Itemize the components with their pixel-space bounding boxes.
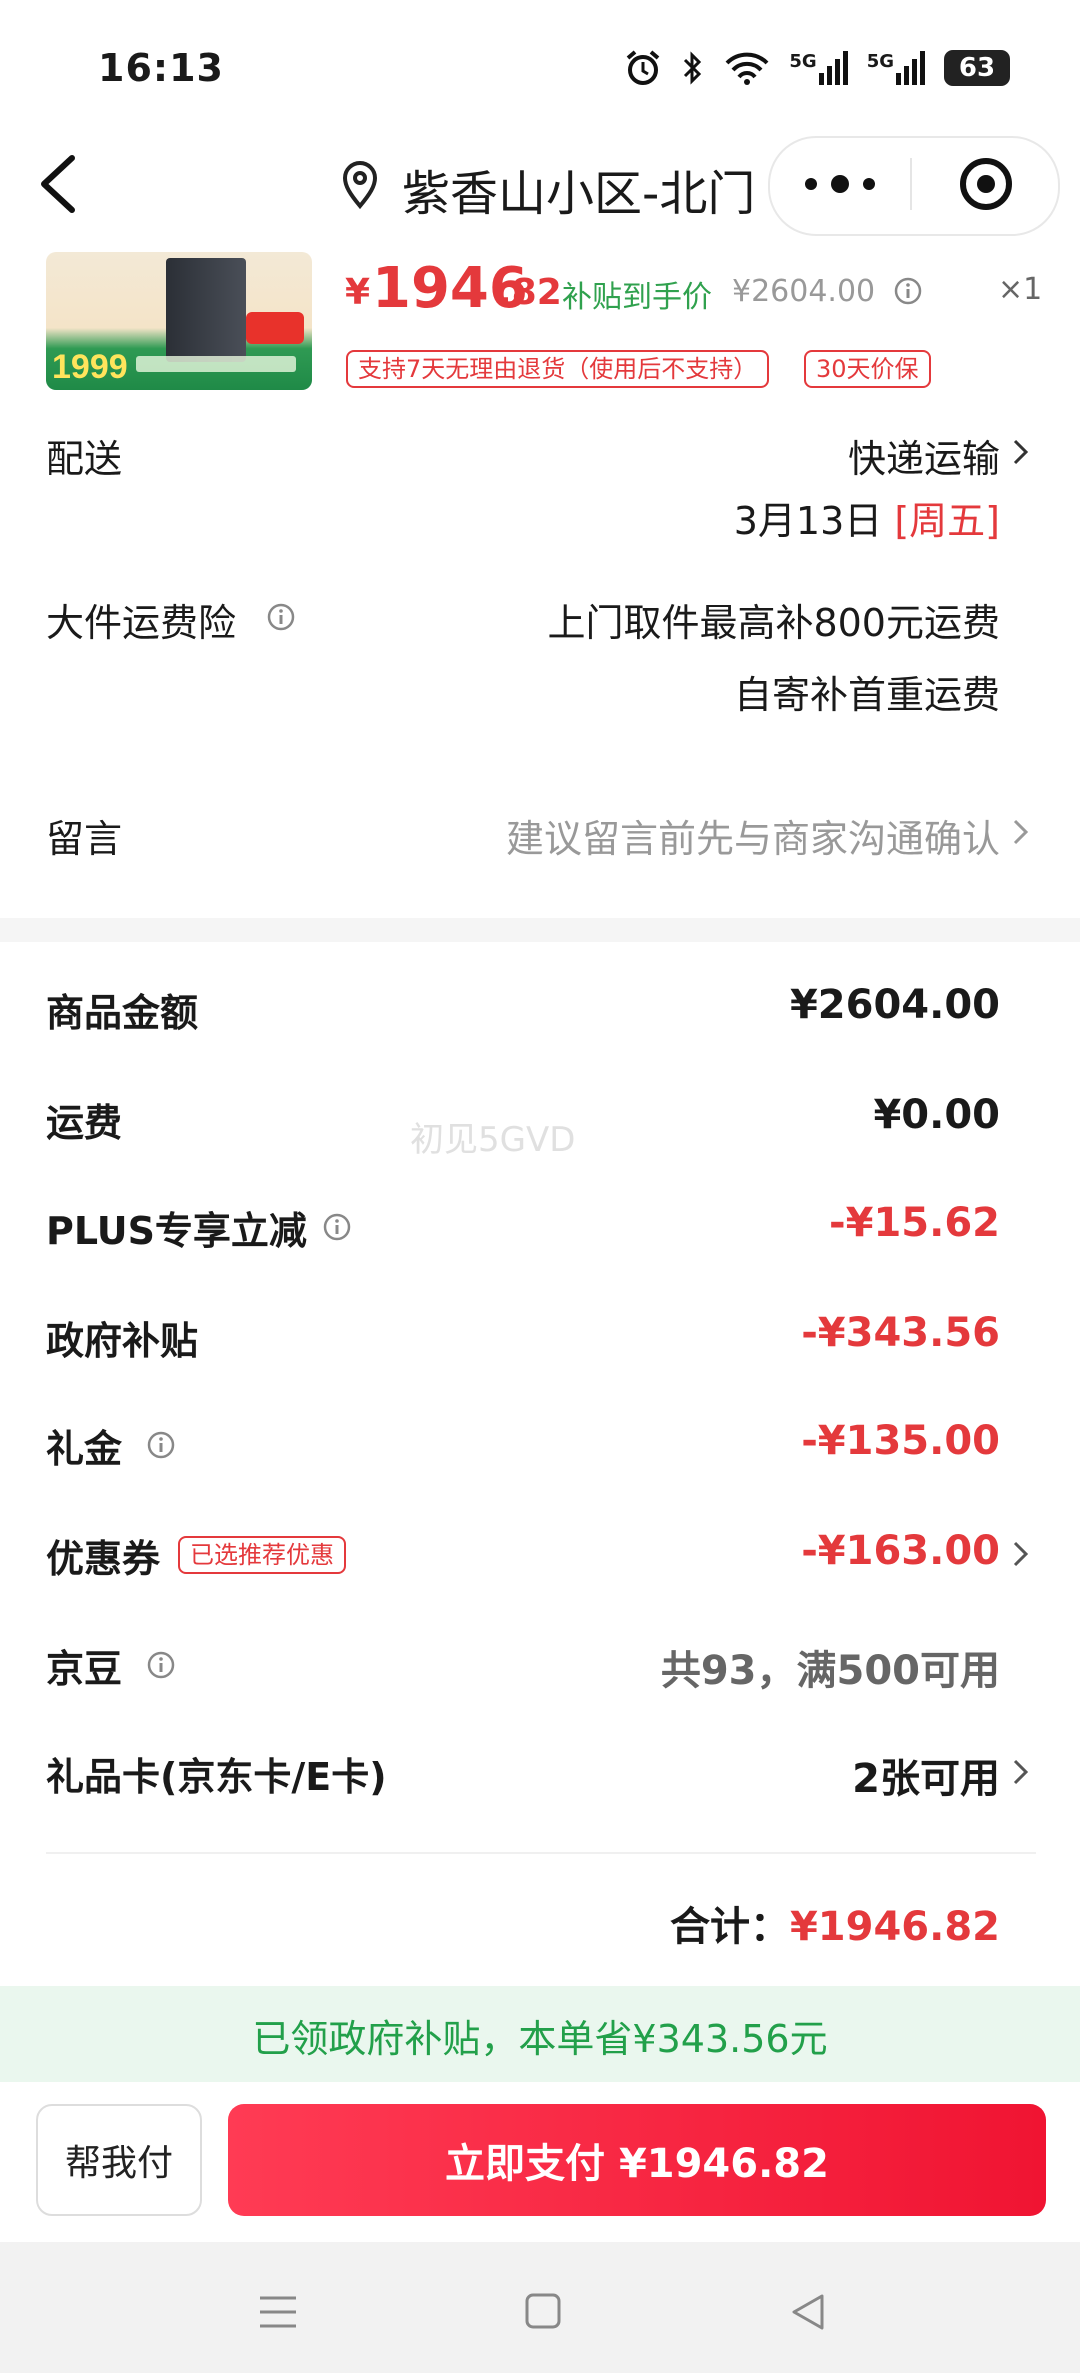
info-icon[interactable] bbox=[322, 1212, 352, 1242]
price-protect-tag: 30天价保 bbox=[804, 350, 931, 388]
jd-bean-label: 京豆 bbox=[46, 1647, 123, 1691]
delivery-date-text: 3月13日 bbox=[733, 499, 883, 543]
promo-tag-image bbox=[246, 312, 304, 344]
chevron-left-icon[interactable] bbox=[36, 152, 80, 216]
coupon-tag: 已选推荐优惠 bbox=[178, 1536, 346, 1574]
fridge-image bbox=[166, 258, 246, 362]
back-triangle-icon[interactable] bbox=[790, 2292, 826, 2332]
menu-icon[interactable] bbox=[258, 2294, 298, 2330]
chevron-right-icon[interactable] bbox=[1012, 1758, 1030, 1786]
home-square-icon[interactable] bbox=[524, 2292, 562, 2330]
gift-card-label: 礼品卡(京东卡/E卡) bbox=[46, 1755, 387, 1799]
signal-1-label: 5G bbox=[789, 51, 817, 72]
section-divider bbox=[0, 918, 1080, 942]
system-nav-bar bbox=[0, 2242, 1080, 2373]
signal-2-icon: 5G bbox=[867, 51, 926, 85]
quantity: ×1 bbox=[998, 272, 1043, 307]
subsidy-notice-text: 已领政府补贴，本单省¥343.56元 bbox=[252, 2017, 828, 2061]
info-icon[interactable] bbox=[146, 1430, 176, 1460]
wifi-icon bbox=[725, 52, 769, 85]
plus-discount-value: -¥15.62 bbox=[829, 1200, 1000, 1246]
status-bar: 16:13 5G 5G 63 bbox=[0, 0, 1080, 130]
status-time: 16:13 bbox=[98, 46, 224, 90]
battery-icon: 63 bbox=[944, 50, 1010, 86]
price-decimal: .82 bbox=[498, 272, 562, 313]
info-icon[interactable] bbox=[146, 1650, 176, 1680]
info-icon[interactable] bbox=[893, 276, 923, 306]
chevron-right-icon[interactable] bbox=[1012, 438, 1030, 466]
delivery-weekday: [周五] bbox=[894, 499, 1000, 543]
signal-1-icon: 5G bbox=[789, 51, 848, 85]
subsidy-price-label: 补贴到手价 bbox=[562, 280, 712, 315]
coupon-label: 优惠券 bbox=[46, 1537, 161, 1581]
more-dots-icon[interactable] bbox=[805, 166, 875, 202]
goods-amount-label: 商品金额 bbox=[46, 991, 199, 1035]
promo-strip-image bbox=[136, 356, 296, 372]
freight-insurance-label: 大件运费险 bbox=[46, 601, 237, 645]
message-input[interactable]: 建议留言前先与商家沟通确认 bbox=[506, 808, 1000, 863]
watermark: 初见5GVD bbox=[410, 1120, 576, 1160]
gov-subsidy-label: 政府补贴 bbox=[46, 1319, 199, 1363]
location-pin-icon bbox=[342, 161, 378, 210]
message-label: 留言 bbox=[46, 817, 123, 861]
alarm-icon bbox=[627, 50, 660, 85]
coupon-value[interactable]: -¥163.00 bbox=[801, 1528, 1000, 1574]
delivery-address[interactable]: 紫香山小区-北门 bbox=[402, 154, 755, 224]
total-row: 合计：¥1946.82 bbox=[670, 1894, 1000, 1952]
shipping-label: 运费 bbox=[46, 1101, 123, 1145]
product-image-badge: 1999 bbox=[52, 348, 128, 386]
delivery-date[interactable]: 3月13日 [周五] bbox=[734, 490, 1000, 545]
info-icon[interactable] bbox=[266, 602, 296, 632]
gift-money-value: -¥135.00 bbox=[801, 1418, 1000, 1464]
return-policy-tag: 支持7天无理由退货（使用后不支持） bbox=[346, 350, 770, 388]
freight-insurance-line2: 自寄补首重运费 bbox=[733, 673, 1000, 717]
original-price: ¥2604.00 bbox=[732, 274, 876, 309]
freight-insurance-line1: 上门取件最高补800元运费 bbox=[547, 601, 1000, 645]
status-icons: 5G 5G 63 bbox=[623, 46, 1010, 90]
gift-card-value[interactable]: 2张可用 bbox=[852, 1746, 1000, 1804]
chevron-right-icon[interactable] bbox=[1012, 1540, 1030, 1568]
gov-subsidy-value: -¥343.56 bbox=[801, 1310, 1000, 1356]
bluetooth-icon bbox=[684, 51, 702, 85]
divider bbox=[46, 1852, 1036, 1854]
total-value: ¥1946.82 bbox=[789, 1904, 1000, 1950]
jd-bean-value: 共93，满500可用 bbox=[660, 1648, 1000, 1694]
gift-money-label: 礼金 bbox=[46, 1427, 123, 1471]
delivery-label: 配送 bbox=[46, 437, 123, 481]
goods-amount-value: ¥2604.00 bbox=[789, 982, 1000, 1028]
shipping-value: ¥0.00 bbox=[873, 1092, 1000, 1138]
signal-2-label: 5G bbox=[866, 51, 894, 72]
delivery-method[interactable]: 快递运输 bbox=[848, 428, 1000, 483]
help-pay-button[interactable]: 帮我付 bbox=[36, 2104, 202, 2216]
price-currency: ¥ bbox=[345, 272, 371, 313]
chevron-right-icon[interactable] bbox=[1012, 818, 1030, 846]
product-image[interactable]: 1999 bbox=[46, 252, 312, 390]
target-circle-icon[interactable] bbox=[958, 156, 1014, 212]
capsule-divider bbox=[910, 158, 912, 210]
pay-now-button[interactable]: 立即支付 ¥1946.82 bbox=[228, 2104, 1046, 2216]
plus-discount-label: PLUS专享立减 bbox=[46, 1209, 307, 1253]
total-label: 合计： bbox=[669, 1904, 790, 1950]
